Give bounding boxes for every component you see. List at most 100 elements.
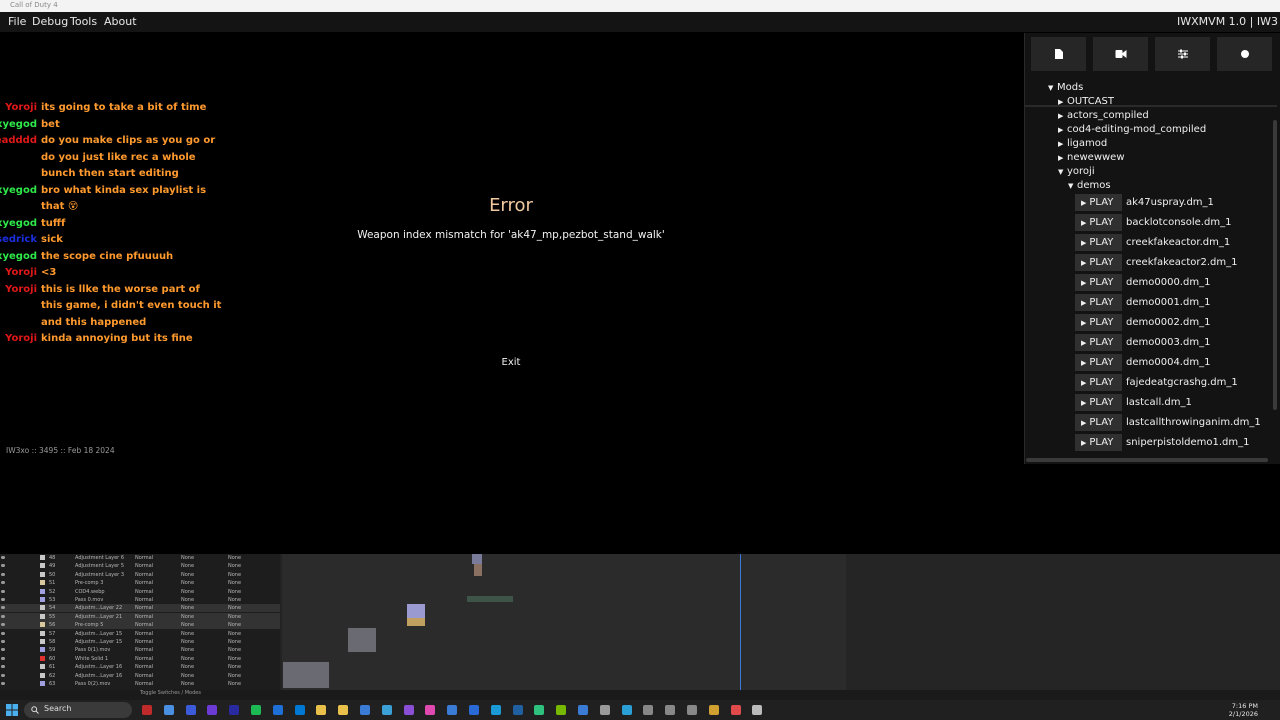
system-clock[interactable]: 7:16 PM 2/1/2026	[1229, 702, 1258, 718]
layer-mode[interactable]: Normal	[135, 596, 153, 604]
layer-mode[interactable]: Normal	[135, 621, 153, 629]
eye-icon[interactable]	[1, 656, 5, 660]
taskbar-app-icon[interactable]	[490, 705, 501, 715]
layer-label-color[interactable]	[40, 664, 45, 670]
demo-file-name[interactable]: backlotconsole.dm_1	[1126, 214, 1231, 231]
demo-file-name[interactable]: demo0004.dm_1	[1126, 354, 1210, 371]
layer-row[interactable]: 59 Pass 0(1).mov Normal None None	[0, 646, 280, 654]
timeline-clip[interactable]	[407, 618, 425, 626]
camera-tab-button[interactable]	[1093, 37, 1148, 71]
eye-icon[interactable]	[1, 589, 5, 593]
taskbar-search[interactable]: Search	[24, 702, 132, 718]
demo-file-name[interactable]: demo0001.dm_1	[1126, 294, 1210, 311]
timeline-clip[interactable]	[348, 628, 376, 652]
taskbar-app-icon[interactable]	[229, 705, 240, 715]
timeline-clip[interactable]	[474, 564, 482, 576]
taskbar-app-icon[interactable]	[185, 705, 196, 715]
layer-row[interactable]: 62 Adjustm...Layer 16 Normal None None	[0, 672, 280, 680]
tree-folder-open[interactable]: ▼ yoroji	[1058, 165, 1095, 179]
play-demo-button[interactable]: ▶ PLAY	[1075, 234, 1122, 251]
taskbar-app-icon[interactable]	[251, 705, 261, 715]
layer-trk[interactable]: None	[181, 663, 194, 671]
layer-trk[interactable]: None	[181, 630, 194, 638]
layer-trk[interactable]: None	[181, 554, 194, 562]
layer-parent[interactable]: None	[228, 672, 241, 680]
layer-label-color[interactable]	[40, 555, 45, 560]
taskbar-app-icon[interactable]	[381, 705, 392, 715]
layer-row[interactable]: 58 Adjustm...Layer 15 Normal None None	[0, 638, 280, 646]
play-demo-button[interactable]: ▶ PLAY	[1075, 254, 1122, 271]
layer-mode[interactable]: Normal	[135, 562, 153, 570]
eye-icon[interactable]	[1, 614, 5, 618]
play-demo-button[interactable]: ▶ PLAY	[1075, 414, 1122, 431]
tree-root-mods[interactable]: ▼ Mods	[1048, 81, 1083, 95]
taskbar-app-icon[interactable]	[708, 705, 719, 715]
layer-row[interactable]: 60 White Solid 1 Normal None None	[0, 655, 280, 663]
taskbar-app-icon[interactable]	[687, 705, 697, 715]
layer-label-color[interactable]	[40, 613, 45, 619]
play-demo-button[interactable]: ▶ PLAY	[1075, 274, 1122, 291]
taskbar-app-icon[interactable]	[599, 705, 610, 715]
demo-file-name[interactable]: demo0000.dm_1	[1126, 274, 1210, 291]
tree-subfolder-demos[interactable]: ▼ demos	[1068, 179, 1111, 193]
layer-row[interactable]: 61 Adjustm...Layer 16 Normal None None	[0, 663, 280, 671]
layer-mode[interactable]: Normal	[135, 680, 153, 688]
layer-mode[interactable]: Normal	[135, 571, 153, 579]
layer-parent[interactable]: None	[228, 621, 241, 629]
eye-icon[interactable]	[1, 598, 5, 601]
layer-mode[interactable]: Normal	[135, 672, 153, 680]
play-demo-button[interactable]: ▶ PLAY	[1075, 214, 1122, 231]
layer-label-color[interactable]	[40, 580, 45, 586]
layer-label-color[interactable]	[40, 597, 45, 602]
layer-parent[interactable]: None	[228, 596, 241, 604]
layer-mode[interactable]: Normal	[135, 579, 153, 587]
layer-trk[interactable]: None	[181, 621, 194, 629]
layer-mode[interactable]: Normal	[135, 604, 153, 612]
eye-icon[interactable]	[1, 682, 5, 685]
eye-icon[interactable]	[1, 673, 5, 677]
layer-mode[interactable]: Normal	[135, 655, 153, 663]
eye-icon[interactable]	[1, 572, 5, 576]
taskbar-app-icon[interactable]	[316, 705, 327, 715]
eye-icon[interactable]	[1, 623, 5, 627]
layer-trk[interactable]: None	[181, 596, 194, 604]
toggle-switches-label[interactable]: Toggle Switches / Modes	[140, 690, 201, 696]
tree-folder[interactable]: ▶ ligamod	[1058, 137, 1107, 151]
layer-row[interactable]: 52 COD4.webp Normal None None	[0, 588, 280, 596]
layer-trk[interactable]: None	[181, 604, 194, 612]
taskbar-app-icon[interactable]	[556, 705, 567, 715]
settings-tab-button[interactable]	[1155, 37, 1210, 71]
layer-row[interactable]: 55 Adjustm...Layer 21 Normal None None	[0, 612, 280, 621]
layer-trk[interactable]: None	[181, 672, 194, 680]
file-tab-button[interactable]	[1031, 37, 1086, 71]
layer-parent[interactable]: None	[228, 680, 241, 688]
eye-icon[interactable]	[1, 640, 5, 643]
layer-parent[interactable]: None	[228, 571, 241, 579]
eye-icon[interactable]	[1, 556, 5, 559]
play-demo-button[interactable]: ▶ PLAY	[1075, 354, 1122, 371]
playhead[interactable]	[740, 554, 741, 690]
play-demo-button[interactable]: ▶ PLAY	[1075, 314, 1122, 331]
layer-row[interactable]: 49 Adjustment Layer 5 Normal None None	[0, 562, 280, 570]
timeline-clip[interactable]	[283, 662, 329, 688]
layer-row[interactable]: 50 Adjustment Layer 3 Normal None None	[0, 571, 280, 579]
taskbar-app-icon[interactable]	[512, 705, 523, 715]
layer-label-color[interactable]	[40, 647, 45, 653]
layer-parent[interactable]: None	[228, 562, 241, 570]
eye-icon[interactable]	[1, 606, 5, 610]
play-demo-button[interactable]: ▶ PLAY	[1075, 194, 1122, 211]
eye-icon[interactable]	[1, 665, 5, 669]
layer-mode[interactable]: Normal	[135, 630, 153, 638]
taskbar-app-icon[interactable]	[272, 705, 283, 715]
layer-row[interactable]: 51 Pre-comp 3 Normal None None	[0, 579, 280, 587]
layer-parent[interactable]: None	[228, 588, 241, 596]
taskbar-app-icon[interactable]	[163, 705, 174, 715]
layer-trk[interactable]: None	[181, 638, 194, 646]
demo-file-name[interactable]: lastcall.dm_1	[1126, 394, 1192, 411]
layer-label-color[interactable]	[40, 605, 45, 611]
layer-parent[interactable]: None	[228, 638, 241, 646]
layer-trk[interactable]: None	[181, 579, 194, 587]
taskbar-app-icon[interactable]	[534, 705, 545, 715]
taskbar-app-icon[interactable]	[207, 705, 218, 715]
demo-file-name[interactable]: demo0002.dm_1	[1126, 314, 1210, 331]
